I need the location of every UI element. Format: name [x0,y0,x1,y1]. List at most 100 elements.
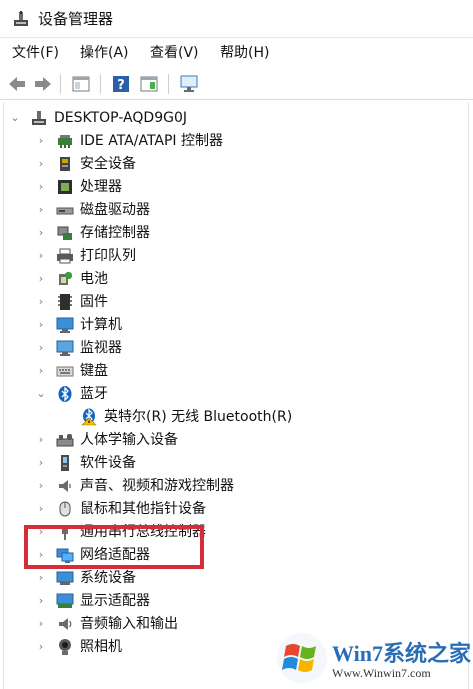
ide-controller-icon [58,135,72,148]
scan-hardware-icon[interactable] [178,73,200,95]
bluetooth-icon [58,386,72,402]
toolbar-separator [168,74,169,94]
tree-item-sound-video-game[interactable]: › 声音、视频和游戏控制器 [4,475,468,497]
svg-text:?: ? [117,78,125,93]
toolbar: ? [0,68,473,100]
software-device-icon [61,455,69,471]
expand-chevron-icon[interactable]: › [34,613,48,635]
menu-help[interactable]: 帮助(H) [220,44,269,62]
tree-item-label: 音频输入和输出 [80,616,178,632]
root-label: DESKTOP-AQD9G0J [54,110,187,126]
forward-arrow-icon[interactable] [32,73,54,95]
tree-item-disk[interactable]: › 磁盘驱动器 [4,199,468,221]
help-icon[interactable]: ? [110,73,132,95]
tree-item-label: 系统设备 [80,570,136,586]
windows-logo-icon [277,633,327,683]
tree-item-label: 固件 [80,294,108,310]
expand-chevron-icon[interactable]: › [34,337,48,359]
menu-view[interactable]: 查看(V) [150,44,199,62]
camera-icon [59,639,71,655]
highlight-annotation [24,525,204,569]
device-manager-icon [14,11,28,26]
tree-item-firmware[interactable]: › 固件 [4,291,468,313]
menu-file[interactable]: 文件(F) [12,44,59,62]
tree-item-label: 打印队列 [80,248,136,264]
battery-icon [59,272,72,285]
watermark-brand: Win7系统之家 [332,641,471,666]
keyboard-icon [56,366,74,377]
tree-item-processor[interactable]: › 处理器 [4,176,468,198]
monitor-icon [56,340,74,356]
tree-item-label: 鼠标和其他指针设备 [80,501,206,517]
storage-controller-icon [57,226,72,240]
expand-chevron-icon[interactable]: › [34,153,48,175]
tree-item-battery[interactable]: › 电池 [4,268,468,290]
tree-item-label: 监视器 [80,340,122,356]
expand-chevron-icon[interactable]: › [34,636,48,658]
tree-item-system-devices[interactable]: › 系统设备 [4,567,468,589]
expand-chevron-icon[interactable]: › [34,452,48,474]
expand-chevron-icon[interactable]: › [34,199,48,221]
toolbar-separator [60,74,61,94]
hid-icon [56,434,74,447]
expand-chevron-icon[interactable]: › [34,590,48,612]
tree-item-label: 软件设备 [80,455,136,471]
menu-action[interactable]: 操作(A) [80,44,129,62]
tree-item-hid[interactable]: › 人体学输入设备 [4,429,468,451]
tree-item-label: 磁盘驱动器 [80,202,150,218]
collapse-chevron-icon[interactable]: ⌄ [34,383,48,405]
speaker-icon [59,480,71,492]
menu-bar: 文件(F) 操作(A) 查看(V) 帮助(H) [0,38,473,68]
window-title: 设备管理器 [38,10,114,28]
tree-item-software-device[interactable]: › 软件设备 [4,452,468,474]
collapse-chevron-icon[interactable]: ⌄ [8,107,22,129]
title-bar: 设备管理器 [0,0,473,38]
tree-item-security[interactable]: › 安全设备 [4,153,468,175]
back-arrow-icon[interactable] [6,73,28,95]
tree-item-computer[interactable]: › 计算机 [4,314,468,336]
expand-chevron-icon[interactable]: › [34,314,48,336]
tree-item-print-queue[interactable]: › 打印队列 [4,245,468,267]
expand-chevron-icon[interactable]: › [34,176,48,198]
tree-item-label: 电池 [80,271,108,287]
expand-chevron-icon[interactable]: › [34,360,48,382]
tree-item-label: 键盘 [80,363,108,379]
tree-item-label: 计算机 [80,317,122,333]
expand-chevron-icon[interactable]: › [34,429,48,451]
expand-chevron-icon[interactable]: › [34,291,48,313]
tree-item-label: 存储控制器 [80,225,150,241]
action-pane-icon[interactable] [138,73,160,95]
tree-item-mouse[interactable]: › 鼠标和其他指针设备 [4,498,468,520]
tree-item-storage[interactable]: › 存储控制器 [4,222,468,244]
firmware-icon [58,294,72,310]
tree-item-label: 人体学输入设备 [80,432,178,448]
security-device-icon [60,157,70,171]
monitor-icon [56,317,74,333]
tree-item-label: IDE ATA/ATAPI 控制器 [80,133,224,149]
expand-chevron-icon[interactable]: › [34,567,48,589]
tree-root[interactable]: ⌄ DESKTOP-AQD9G0J [4,107,468,129]
device-tree: ⌄ DESKTOP-AQD9G0J › IDE ATA/ATAPI 控制器 › … [3,102,469,689]
expand-chevron-icon[interactable]: › [34,498,48,520]
tree-item-label: 英特尔(R) 无线 Bluetooth(R) [104,409,293,425]
properties-panel-icon[interactable] [70,73,92,95]
tree-item-monitors[interactable]: › 监视器 [4,337,468,359]
tree-child-bluetooth-adapter[interactable]: 英特尔(R) 无线 Bluetooth(R) [4,406,468,428]
expand-chevron-icon[interactable]: › [34,475,48,497]
printer-icon [57,248,73,264]
tree-item-label: 处理器 [80,179,122,195]
expand-chevron-icon[interactable]: › [34,222,48,244]
tree-item-label: 蓝牙 [80,386,108,402]
watermark-url: Www.Winwin7.com [332,666,431,680]
tree-item-keyboard[interactable]: › 键盘 [4,360,468,382]
tree-item-ide[interactable]: › IDE ATA/ATAPI 控制器 [4,130,468,152]
tree-item-label: 声音、视频和游戏控制器 [80,478,234,494]
system-device-icon [56,571,74,585]
tree-item-label: 显示适配器 [80,593,150,609]
processor-icon [58,180,72,194]
tree-item-display-adapter[interactable]: › 显示适配器 [4,590,468,612]
tree-item-bluetooth[interactable]: ⌄ 蓝牙 [4,383,468,405]
expand-chevron-icon[interactable]: › [34,245,48,267]
expand-chevron-icon[interactable]: › [34,268,48,290]
expand-chevron-icon[interactable]: › [34,130,48,152]
